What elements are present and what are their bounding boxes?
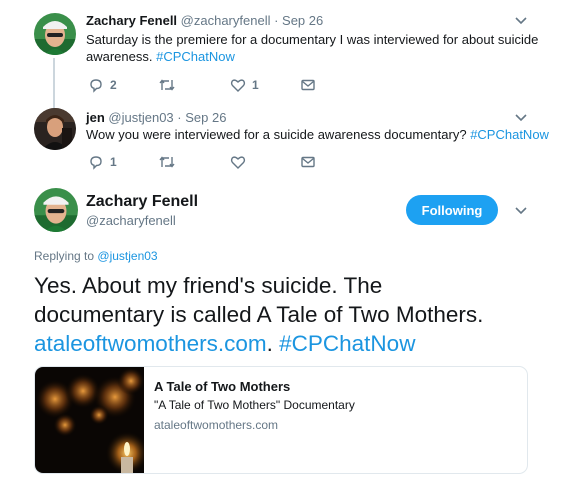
avatar-zachary-large[interactable] — [34, 188, 78, 232]
avatar-zachary-small[interactable] — [34, 13, 76, 55]
card-description: "A Tale of Two Mothers" Documentary — [154, 398, 355, 412]
tweet1-author-handle[interactable]: @zacharyfenell — [181, 13, 271, 28]
tweet2-reply-count: 1 — [110, 155, 117, 169]
like-icon — [230, 79, 246, 92]
chevron-down-icon[interactable] — [514, 206, 528, 216]
main-text-line1: Yes. About my friend's suicide. The — [34, 273, 383, 298]
main-hashtag[interactable]: #CPChatNow — [279, 331, 415, 356]
tweet1-reply-button[interactable]: 2 — [88, 76, 117, 94]
tweet1-like-count: 1 — [252, 78, 259, 92]
tweet2-actions: 1 — [88, 153, 328, 171]
tweet1-timestamp[interactable]: · Sep 26 — [274, 13, 323, 28]
tweet1-hashtag[interactable]: #CPChatNow — [156, 49, 235, 64]
card-title: A Tale of Two Mothers — [154, 379, 291, 394]
link-preview-card[interactable]: A Tale of Two Mothers "A Tale of Two Mot… — [34, 366, 528, 474]
following-button[interactable]: Following — [406, 195, 498, 225]
chevron-down-icon[interactable] — [514, 16, 528, 26]
retweet-icon — [159, 79, 175, 91]
card-domain: ataleoftwomothers.com — [154, 418, 279, 432]
tweet2-author-name[interactable]: jen — [86, 110, 105, 125]
main-tweet-text: Yes. About my friend's suicide. The docu… — [34, 271, 554, 358]
tweet2-retweet-button[interactable] — [158, 153, 182, 171]
main-author-handle[interactable]: @zacharyfenell — [86, 213, 176, 228]
candles-thumbnail — [35, 367, 144, 473]
reply-icon — [90, 79, 102, 93]
tweet1-text-line1: Saturday is the premiere for a documenta… — [86, 32, 539, 47]
tweet2-header: jen @justjen03 · Sep 26 — [86, 110, 226, 125]
tweet2-hashtag[interactable]: #CPChatNow — [470, 127, 549, 142]
tweet1-actions: 2 1 — [88, 76, 328, 94]
tweet2-timestamp[interactable]: · Sep 26 — [177, 110, 226, 125]
tweet1-text: Saturday is the premiere for a documenta… — [86, 31, 546, 65]
chevron-down-icon[interactable] — [514, 113, 528, 123]
reply-icon — [90, 156, 102, 170]
main-text-line2: documentary is called A Tale of Two Moth… — [34, 302, 484, 327]
tweet2-reply-button[interactable]: 1 — [88, 153, 117, 171]
dm-icon — [301, 79, 315, 91]
tweet1-reply-count: 2 — [110, 78, 117, 92]
thread-line-1 — [53, 58, 55, 108]
tweet2-text: Wow you were interviewed for a suicide a… — [86, 126, 556, 143]
retweet-icon — [159, 156, 175, 168]
replying-handle[interactable]: @justjen03 — [97, 249, 157, 263]
tweet1-header: Zachary Fenell @zacharyfenell · Sep 26 — [86, 13, 323, 28]
tweet1-like-button[interactable]: 1 — [230, 76, 259, 94]
like-icon — [230, 156, 246, 169]
dm-icon — [301, 156, 315, 168]
replying-prefix: Replying to — [34, 249, 95, 263]
replying-to: Replying to @justjen03 — [34, 249, 158, 263]
tweet1-dm-button[interactable] — [300, 76, 316, 94]
main-link[interactable]: ataleoftwomothers.com — [34, 331, 267, 356]
main-author-name[interactable]: Zachary Fenell — [86, 193, 198, 211]
tweet2-author-handle[interactable]: @justjen03 — [108, 110, 173, 125]
tweet2-text-body: Wow you were interviewed for a suicide a… — [86, 127, 467, 142]
tweet2-like-button[interactable] — [230, 153, 252, 171]
avatar-jen[interactable] — [34, 108, 76, 150]
tweet1-retweet-button[interactable] — [158, 76, 182, 94]
tweet1-text-line2: awareness. — [86, 49, 153, 64]
tweet1-author-name[interactable]: Zachary Fenell — [86, 13, 177, 28]
tweet2-dm-button[interactable] — [300, 153, 316, 171]
main-link-suffix: . — [266, 331, 273, 356]
